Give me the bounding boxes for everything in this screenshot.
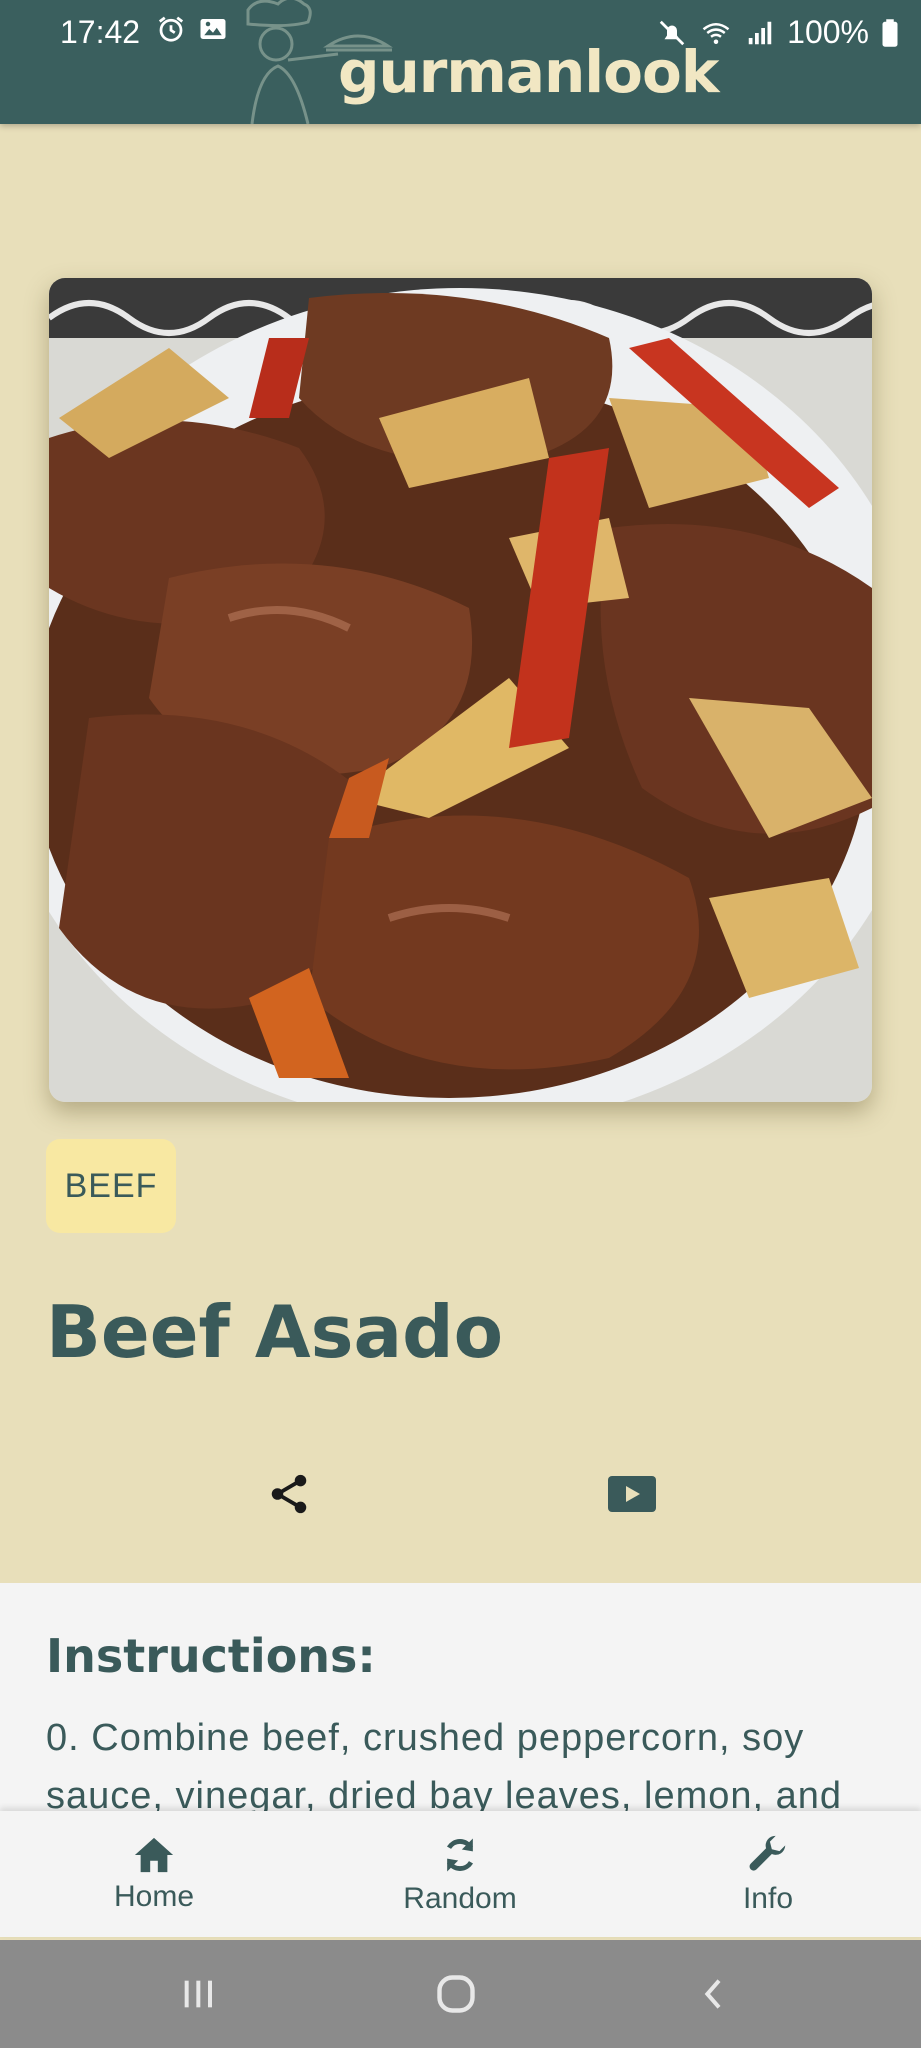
wrench-icon	[749, 1835, 786, 1871]
wifi-icon	[702, 22, 730, 44]
home-circle-icon	[437, 1975, 475, 2013]
status-time: 17:42	[60, 14, 141, 50]
nav-info[interactable]: Info	[668, 1811, 868, 1937]
instructions-heading: Instructions:	[46, 1629, 376, 1683]
battery-percentage: 100%	[787, 14, 869, 50]
battery-icon	[882, 18, 898, 47]
recipe-title: Beef Asado	[46, 1290, 504, 1374]
app-logo: gurmanlook	[228, 0, 719, 124]
nav-random-label: Random	[403, 1882, 517, 1915]
recent-apps-button[interactable]	[168, 1966, 228, 2022]
youtube-video-button[interactable]	[602, 1464, 662, 1524]
image-icon	[200, 19, 226, 39]
system-home-button[interactable]	[426, 1966, 486, 2022]
app-top-bar: gurmanlook 17:42 100%	[0, 0, 921, 124]
bottom-navigation: Home Random Info	[0, 1811, 921, 1937]
youtube-play-icon	[608, 1476, 656, 1512]
system-navigation-bar	[0, 1940, 921, 2048]
nav-random[interactable]: Random	[360, 1811, 560, 1937]
recipe-image	[49, 278, 872, 1102]
instructions-text: 0. Combine beef, crushed peppercorn, soy…	[46, 1717, 843, 1813]
back-button[interactable]	[684, 1966, 744, 2022]
beef-asado-photo	[49, 278, 872, 1102]
share-button[interactable]	[259, 1464, 319, 1524]
nav-home[interactable]: Home	[54, 1811, 254, 1937]
category-chip[interactable]: BEEF	[46, 1139, 176, 1233]
instructions-section: Instructions: 0. Combine beef, crushed p…	[0, 1583, 921, 1813]
nav-info-label: Info	[742, 1882, 794, 1915]
refresh-icon	[446, 1838, 474, 1872]
back-icon	[704, 1979, 721, 2009]
mute-icon	[659, 20, 685, 45]
nav-home-label: Home	[113, 1880, 195, 1913]
share-icon	[271, 1474, 307, 1514]
alarm-icon	[158, 16, 184, 42]
signal-icon	[748, 21, 772, 44]
recent-apps-icon	[184, 1980, 212, 2008]
home-icon	[134, 1837, 174, 1873]
